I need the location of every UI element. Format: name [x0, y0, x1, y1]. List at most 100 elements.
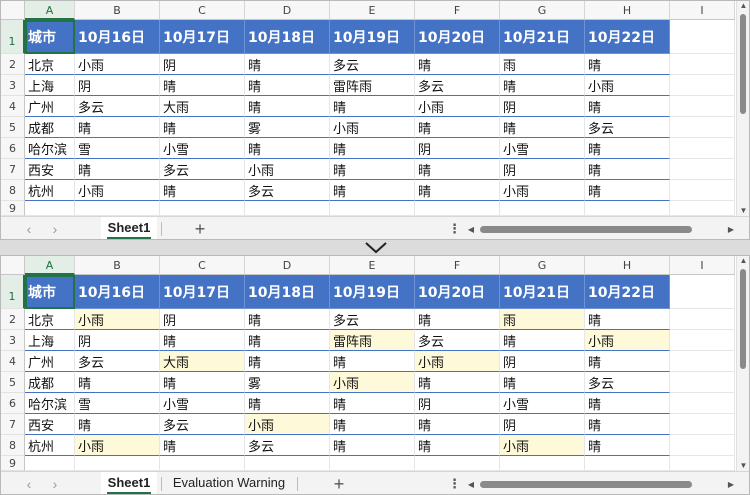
- empty-cell[interactable]: [670, 456, 735, 471]
- more-options-icon[interactable]: ⋮: [448, 475, 461, 493]
- table-cell[interactable]: 雾: [245, 117, 330, 138]
- row-header-1[interactable]: 1: [1, 275, 25, 309]
- table-cell[interactable]: 晴: [500, 330, 585, 351]
- table-cell[interactable]: 雷阵雨: [330, 75, 415, 96]
- column-header-c[interactable]: C: [160, 1, 245, 20]
- empty-cell[interactable]: [670, 201, 735, 216]
- table-cell[interactable]: 小雨: [330, 372, 415, 393]
- table-cell[interactable]: 上海: [25, 75, 75, 96]
- empty-cell[interactable]: [75, 201, 160, 216]
- horizontal-scroll-thumb[interactable]: [480, 226, 692, 233]
- horizontal-scrollbar[interactable]: ◀ ▶: [466, 223, 736, 236]
- column-header-g[interactable]: G: [500, 1, 585, 20]
- horizontal-scrollbar[interactable]: ◀ ▶: [466, 478, 736, 491]
- table-cell[interactable]: 阴: [160, 54, 245, 75]
- table-cell[interactable]: 西安: [25, 414, 75, 435]
- column-header-h[interactable]: H: [585, 1, 670, 20]
- table-cell[interactable]: 晴: [500, 75, 585, 96]
- table-cell[interactable]: 晴: [160, 435, 245, 456]
- table-cell[interactable]: 晴: [585, 54, 670, 75]
- table-cell[interactable]: 阴: [500, 159, 585, 180]
- empty-cell[interactable]: [245, 201, 330, 216]
- table-cell[interactable]: 大雨: [160, 96, 245, 117]
- column-header-b[interactable]: B: [75, 1, 160, 20]
- table-cell[interactable]: 多云: [585, 372, 670, 393]
- table-cell[interactable]: 晴: [585, 159, 670, 180]
- table-cell[interactable]: 晴: [75, 414, 160, 435]
- table-cell[interactable]: 晴: [245, 330, 330, 351]
- empty-cell[interactable]: [585, 456, 670, 471]
- table-cell[interactable]: 小雪: [160, 393, 245, 414]
- table-cell[interactable]: 雨: [500, 54, 585, 75]
- table-cell[interactable]: 晴: [245, 138, 330, 159]
- table-cell[interactable]: 晴: [330, 351, 415, 372]
- table-cell[interactable]: 阴: [500, 414, 585, 435]
- table-cell[interactable]: 多云: [330, 309, 415, 330]
- table-cell[interactable]: 晴: [330, 159, 415, 180]
- column-header-e[interactable]: E: [330, 1, 415, 20]
- column-header-f[interactable]: F: [415, 256, 500, 275]
- empty-cell[interactable]: [670, 414, 735, 435]
- empty-cell[interactable]: [670, 138, 735, 159]
- table-cell[interactable]: 杭州: [25, 180, 75, 201]
- table-cell[interactable]: 多云: [245, 180, 330, 201]
- scroll-down-icon[interactable]: ▼: [739, 206, 748, 216]
- empty-cell[interactable]: [160, 456, 245, 471]
- table-cell[interactable]: 晴: [415, 54, 500, 75]
- more-options-icon[interactable]: ⋮: [448, 220, 461, 238]
- table-cell[interactable]: 晴: [330, 393, 415, 414]
- empty-cell[interactable]: [670, 96, 735, 117]
- select-all-corner[interactable]: [1, 1, 25, 20]
- empty-cell[interactable]: [670, 20, 735, 54]
- table-cell[interactable]: 小雨: [330, 117, 415, 138]
- row-header-2[interactable]: 2: [1, 54, 25, 75]
- empty-cell[interactable]: [500, 456, 585, 471]
- table-cell[interactable]: 晴: [245, 75, 330, 96]
- table-cell[interactable]: 西安: [25, 159, 75, 180]
- table-cell[interactable]: 晴: [585, 351, 670, 372]
- column-header-a[interactable]: A: [25, 256, 75, 275]
- table-cell[interactable]: 晴: [330, 96, 415, 117]
- tab-sheet1[interactable]: Sheet1: [101, 217, 157, 239]
- scroll-up-icon[interactable]: ▲: [739, 1, 748, 11]
- table-header-cell[interactable]: 10月17日: [160, 20, 245, 54]
- column-header-e[interactable]: E: [330, 256, 415, 275]
- table-cell[interactable]: 广州: [25, 96, 75, 117]
- table-cell[interactable]: 多云: [415, 330, 500, 351]
- tab-evaluation-warning[interactable]: Evaluation Warning: [167, 472, 291, 494]
- table-cell[interactable]: 雨: [500, 309, 585, 330]
- empty-cell[interactable]: [75, 456, 160, 471]
- tab-sheet1[interactable]: Sheet1: [101, 472, 157, 494]
- table-cell[interactable]: 大雨: [160, 351, 245, 372]
- empty-cell[interactable]: [585, 201, 670, 216]
- table-cell[interactable]: 晴: [330, 180, 415, 201]
- table-header-cell[interactable]: 10月19日: [330, 20, 415, 54]
- column-header-i[interactable]: I: [670, 1, 735, 20]
- empty-cell[interactable]: [330, 456, 415, 471]
- table-header-cell[interactable]: 10月16日: [75, 275, 160, 309]
- row-header-3[interactable]: 3: [1, 330, 25, 351]
- table-header-cell[interactable]: 10月20日: [415, 275, 500, 309]
- row-header-4[interactable]: 4: [1, 351, 25, 372]
- table-header-cell[interactable]: 10月16日: [75, 20, 160, 54]
- empty-cell[interactable]: [670, 435, 735, 456]
- prev-sheet-icon[interactable]: ‹: [21, 220, 37, 238]
- table-header-cell[interactable]: 10月17日: [160, 275, 245, 309]
- table-header-cell[interactable]: 城市: [25, 275, 75, 309]
- table-cell[interactable]: 晴: [585, 96, 670, 117]
- table-cell[interactable]: 阴: [415, 393, 500, 414]
- table-cell[interactable]: 晴: [75, 372, 160, 393]
- table-cell[interactable]: 晴: [585, 180, 670, 201]
- table-cell[interactable]: 上海: [25, 330, 75, 351]
- table-cell[interactable]: 多云: [160, 159, 245, 180]
- add-sheet-icon[interactable]: +: [190, 219, 210, 239]
- next-sheet-icon[interactable]: ›: [47, 220, 63, 238]
- table-cell[interactable]: 杭州: [25, 435, 75, 456]
- table-cell[interactable]: 晴: [245, 351, 330, 372]
- scroll-right-icon[interactable]: ▶: [726, 224, 736, 235]
- table-cell[interactable]: 晴: [415, 414, 500, 435]
- table-cell[interactable]: 晴: [500, 372, 585, 393]
- table-cell[interactable]: 雪: [75, 393, 160, 414]
- row-header-5[interactable]: 5: [1, 117, 25, 138]
- table-cell[interactable]: 小雨: [75, 54, 160, 75]
